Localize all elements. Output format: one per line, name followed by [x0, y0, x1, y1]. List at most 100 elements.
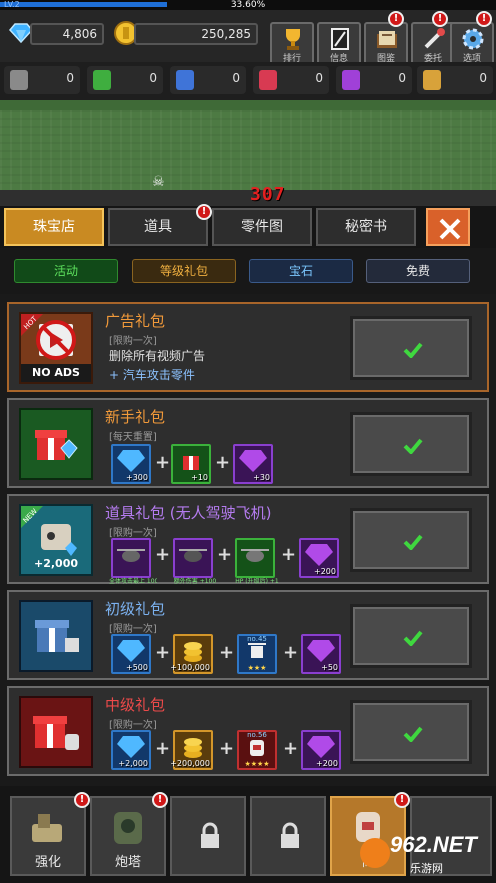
close-button[interactable]: [426, 208, 470, 246]
reward-caption: HP (升级后) +1: [235, 578, 279, 585]
filter-free[interactable]: 免费: [366, 259, 470, 283]
resource-green-value: 0: [149, 71, 157, 85]
purple-gem-icon: [239, 450, 267, 472]
check-icon: [403, 342, 423, 358]
filter-level-pack[interactable]: 等级礼包: [132, 259, 236, 283]
scene-edge: [0, 100, 496, 110]
blue-resource-icon: [176, 70, 194, 90]
coin-amount: 250,285: [201, 27, 251, 41]
plus-sign: +: [217, 544, 233, 565]
offer-limit: [每天重置]: [109, 432, 157, 443]
green-resource-icon: [93, 70, 111, 90]
commission-button[interactable]: 委托: [411, 22, 455, 66]
card-number: no.56: [247, 731, 267, 739]
card-stars: ★★★★: [244, 760, 270, 768]
tab-parts[interactable]: 零件图: [212, 208, 312, 246]
reward-gift: +10: [171, 444, 211, 484]
drone-icon: [241, 549, 269, 562]
check-icon: [403, 630, 423, 646]
options-button[interactable]: 选项: [450, 22, 494, 66]
upgrade-alert-icon: !: [74, 792, 90, 808]
resource-gray-value: 0: [66, 71, 74, 85]
ranking-button[interactable]: 排行: [270, 22, 314, 66]
pic-amount: +2,000: [33, 557, 78, 570]
offer-card-basic: 初级礼包 [限购一次] +500 + +100,000 + no.45 ★★★ …: [7, 590, 489, 680]
check-icon: [403, 438, 423, 454]
nav-turret[interactable]: 炮塔: [90, 796, 166, 876]
gold-resource-icon: [423, 70, 441, 90]
offer-title: 中级礼包: [105, 696, 166, 714]
buy-button[interactable]: [350, 412, 472, 476]
reward-amount: +50: [321, 663, 338, 672]
gift-box-icon: [35, 430, 78, 460]
reward-amount: +500: [126, 663, 148, 672]
reward-gems: +300: [111, 444, 151, 484]
reward-turret-card: no.45 ★★★: [237, 634, 277, 674]
reward-amount: +2,000: [118, 759, 148, 768]
gem-counter: 4,806: [30, 23, 104, 45]
watermark-brand: 962.NET: [390, 832, 477, 857]
nav-upgrade-label: 强化: [34, 855, 61, 870]
gem-icon: [117, 640, 145, 662]
tab-items[interactable]: 道具: [108, 208, 208, 246]
nav-locked-1[interactable]: [170, 796, 246, 876]
turret-alert-icon: !: [152, 792, 168, 808]
filter-event[interactable]: 活动: [14, 259, 118, 283]
buy-button[interactable]: [350, 316, 472, 380]
tab-secret-book[interactable]: 秘密书: [316, 208, 416, 246]
plus-sign: +: [155, 738, 171, 759]
buy-button[interactable]: [350, 604, 472, 668]
reward-amount: +100,000: [170, 663, 210, 672]
currency-bar: 4,806 250,285 排行 信息 图鉴 委托 选项 ! ! !: [0, 10, 496, 66]
codex-button[interactable]: 图鉴: [364, 22, 408, 66]
buy-button[interactable]: [350, 700, 472, 764]
resource-gold: 0: [417, 66, 493, 94]
purple-gem-icon: [307, 736, 335, 758]
reward-purple-gems: +200: [301, 730, 341, 770]
offer-limit: [限购一次]: [109, 336, 157, 347]
reward-purple-gems: +200: [299, 538, 339, 578]
wrench-icon: [424, 28, 445, 49]
resource-green: 0: [87, 66, 163, 94]
nav-upgrade[interactable]: 强化: [10, 796, 86, 876]
battle-scene: ☠ 307: [0, 100, 496, 208]
resource-blue-value: 0: [232, 71, 240, 85]
offer-limit: [限购一次]: [109, 720, 157, 731]
coin-stack-icon: [184, 642, 202, 662]
check-icon: [403, 726, 423, 742]
reward-amount: +30: [253, 473, 270, 482]
nav-locked-2[interactable]: [250, 796, 326, 876]
resource-purple-value: 0: [398, 71, 406, 85]
reward-drone-2: 额外伤害 +100: [173, 538, 216, 585]
filter-gems[interactable]: 宝石: [249, 259, 353, 283]
reward-coins: +100,000: [170, 634, 213, 674]
reward-gems: +500: [111, 634, 151, 674]
reward-coins: +200,000: [170, 730, 213, 770]
resource-gold-value: 0: [479, 71, 487, 85]
tab-jewel-shop[interactable]: 珠宝店: [4, 208, 104, 246]
reward-amount: +200,000: [170, 759, 210, 768]
xp-bar: LV.2 33.60%: [0, 0, 496, 10]
filter-bar: 活动 等级礼包 宝石 免费: [0, 248, 496, 294]
resource-blue: 0: [170, 66, 246, 94]
shop-tabs: 珠宝店 道具 零件图 秘密书: [0, 206, 496, 248]
no-ads-label: NO ADS: [32, 366, 80, 379]
resource-bar: 0 0 0 0 0 0: [0, 62, 496, 100]
plus-sign: +: [215, 452, 231, 473]
gem-amount: 4,806: [62, 27, 97, 41]
info-card-icon: [331, 28, 349, 50]
buy-button[interactable]: [350, 508, 472, 572]
reward-amount: +300: [126, 473, 148, 482]
codex-alert-icon: !: [388, 11, 404, 27]
nav-turret-label: 炮塔: [114, 855, 141, 870]
reward-caption: 全体攻击最上 100: [109, 578, 157, 585]
reward-gems: +2,000: [111, 730, 151, 770]
offer-title: 道具礼包 (无人驾驶飞机): [105, 504, 272, 522]
offer-desc: 删除所有视频广告: [109, 349, 206, 363]
info-button[interactable]: 信息: [317, 22, 361, 66]
shop-alert-icon: !: [394, 792, 410, 808]
reward-amount: +200: [314, 567, 336, 576]
book-icon: [377, 31, 397, 48]
gem-icon: [117, 450, 145, 472]
offer-card-ads: HOT NO ADS 广告礼包 [限购一次] 删除所有视频广告 + 汽车攻击零件: [7, 302, 489, 392]
